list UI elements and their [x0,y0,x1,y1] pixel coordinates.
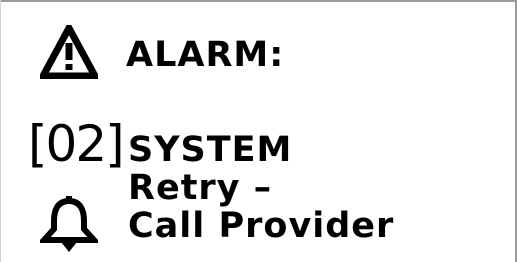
bell-icon [40,196,98,252]
alarm-message-line-2: Call Provider [128,206,395,246]
alarm-message-line-1: Retry – [128,168,273,208]
display-frame-left [0,0,1,262]
alarm-screen: ALARM: [02] SYSTEM Retry – Call Provider [0,0,517,262]
display-frame-top [0,0,516,2]
alarm-code: [02] [28,115,125,173]
alarm-title: ALARM: [126,35,285,75]
warning-triangle-icon [40,25,98,79]
alarm-source: SYSTEM [128,130,293,170]
